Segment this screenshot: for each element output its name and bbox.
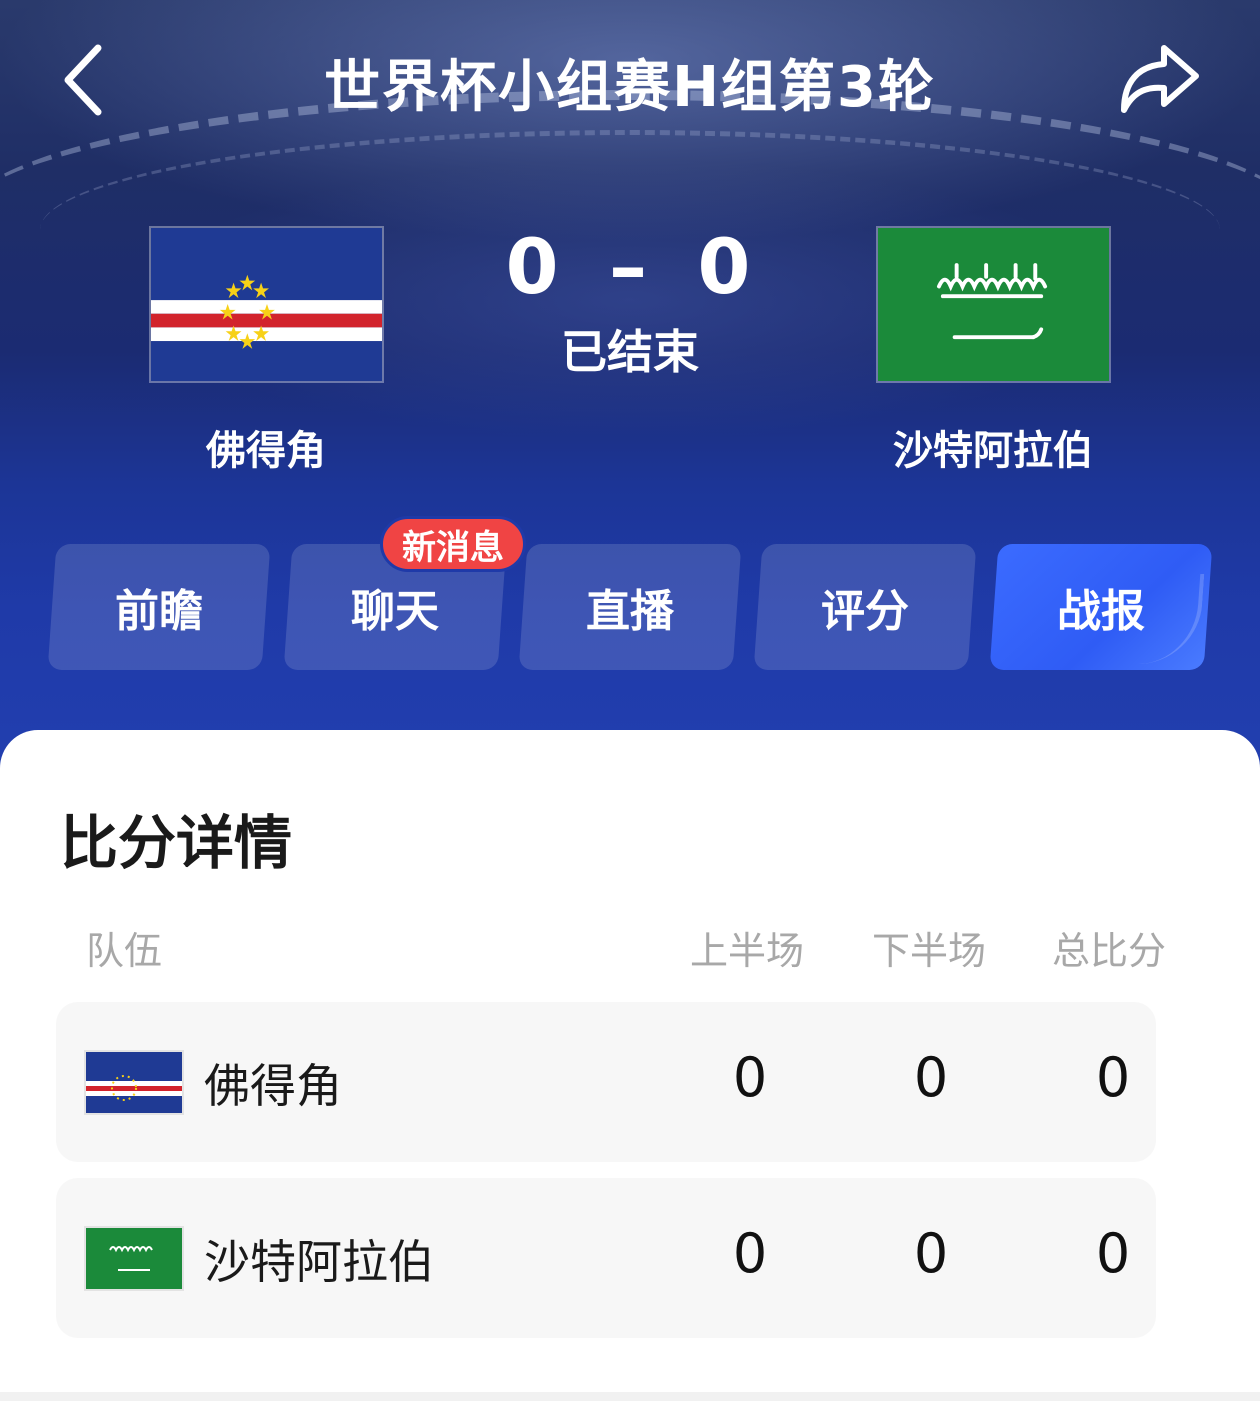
column-header-first-half: 上半场 <box>690 929 805 973</box>
section-title: 比分详情 <box>60 809 293 877</box>
row-team-name: 沙特阿拉伯 <box>204 1235 434 1289</box>
column-header-second-half: 下半场 <box>872 929 987 973</box>
cape-verde-flag <box>149 226 384 383</box>
tab-label: 战报 <box>1057 586 1145 637</box>
first-half-score: 0 <box>732 1046 768 1109</box>
column-header-total: 总比分 <box>1052 929 1167 973</box>
tab-preview[interactable]: 前瞻 <box>47 544 271 670</box>
bottom-divider <box>0 1392 1260 1401</box>
page-title: 世界杯小组赛H组第3轮 <box>324 55 936 120</box>
new-message-badge: 新消息 <box>380 516 526 572</box>
cape-verde-flag <box>84 1050 184 1115</box>
match-score: 0 – 0 <box>480 222 780 311</box>
score-detail-panel: 比分详情 队伍 上半场 下半场 总比分 佛得角 0 0 0 沙特阿拉伯 0 0 … <box>0 730 1260 1401</box>
table-row: 佛得角 0 0 0 <box>56 1002 1156 1162</box>
away-team-name: 沙特阿拉伯 <box>893 428 1093 474</box>
tab-rating[interactable]: 评分 <box>753 544 977 670</box>
tab-bar: 前瞻 聊天 直播 评分 战报 <box>0 544 1260 670</box>
tab-label: 评分 <box>821 586 909 637</box>
saudi-arabia-flag <box>84 1226 184 1291</box>
row-team-name: 佛得角 <box>204 1059 342 1113</box>
share-button[interactable] <box>1118 42 1202 118</box>
table-row: 沙特阿拉伯 0 0 0 <box>56 1178 1156 1338</box>
match-header: 世界杯小组赛H组第3轮 佛得角 沙特阿拉伯 0 – 0 已结束 前瞻 聊天 直播… <box>0 0 1260 780</box>
away-score: 0 <box>697 222 755 311</box>
tab-label: 直播 <box>586 586 674 637</box>
column-header-team: 队伍 <box>86 929 163 973</box>
home-score: 0 <box>505 222 563 311</box>
home-team-name: 佛得角 <box>206 428 326 474</box>
first-half-score: 0 <box>732 1222 768 1285</box>
second-half-score: 0 <box>913 1222 949 1285</box>
tab-label: 前瞻 <box>115 586 203 637</box>
match-status: 已结束 <box>561 325 699 379</box>
share-arrow-icon <box>1121 45 1199 113</box>
tab-live[interactable]: 直播 <box>518 544 742 670</box>
saudi-arabia-flag <box>876 226 1111 383</box>
total-score: 0 <box>1095 1222 1131 1285</box>
top-bar: 世界杯小组赛H组第3轮 <box>0 30 1260 130</box>
total-score: 0 <box>1095 1046 1131 1109</box>
second-half-score: 0 <box>913 1046 949 1109</box>
score-separator: – <box>609 222 651 311</box>
tab-report[interactable]: 战报 <box>989 544 1213 670</box>
